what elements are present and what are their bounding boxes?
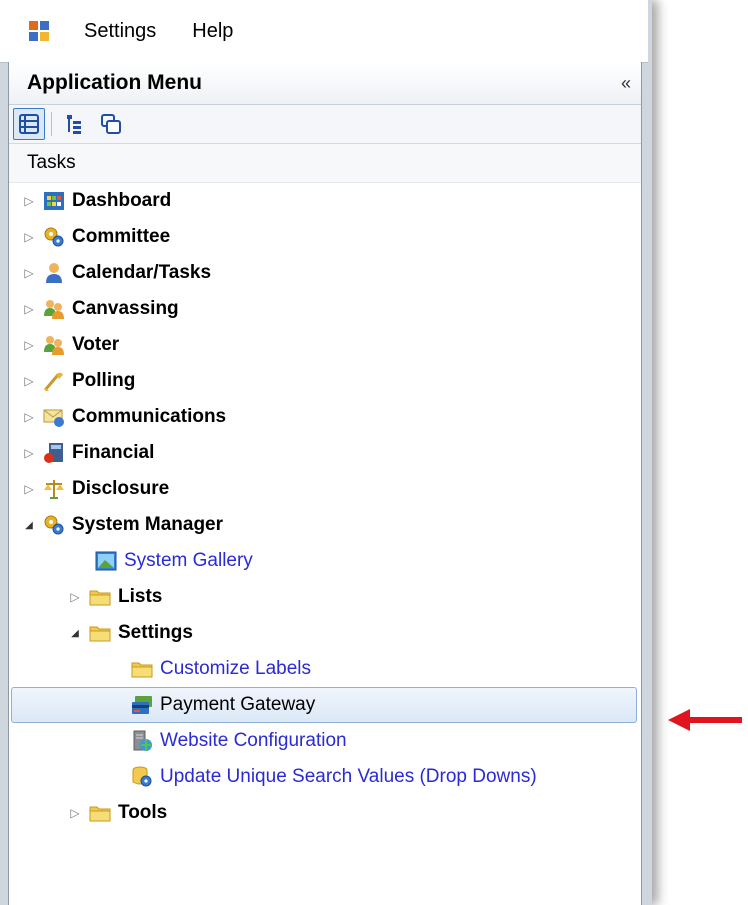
tree-item-calendar-tasks[interactable]: ▷ Calendar/Tasks: [9, 255, 641, 291]
collapse-arrow-icon[interactable]: ◢: [19, 520, 39, 531]
cascade-view-button[interactable]: [96, 109, 126, 139]
tree-item-label: Lists: [118, 586, 163, 607]
app-icon: [28, 20, 50, 42]
expand-arrow-icon[interactable]: ▷: [19, 230, 39, 244]
tree-item-label: Committee: [72, 226, 171, 247]
expand-arrow-icon[interactable]: ▷: [19, 338, 39, 352]
panel-title: Application Menu: [27, 71, 202, 94]
gears-icon: [43, 514, 65, 536]
tree-item-label: Communications: [72, 406, 227, 427]
expand-arrow-icon[interactable]: ▷: [65, 806, 85, 820]
folder-icon: [89, 802, 111, 824]
tree-view-button[interactable]: [60, 109, 90, 139]
tree-item-label: System Gallery: [124, 550, 253, 571]
tree-item-label: Disclosure: [72, 478, 170, 499]
tree-item-dashboard[interactable]: ▷ Dashboard: [9, 183, 641, 219]
folder-icon: [131, 658, 153, 680]
tree-item-label: System Manager: [72, 514, 224, 535]
tree-item-system-manager[interactable]: ◢ System Manager: [9, 507, 641, 543]
tree-item-label: Settings: [118, 622, 193, 643]
tree-item-customize-labels[interactable]: Customize Labels: [9, 651, 641, 687]
expand-arrow-icon[interactable]: ▷: [19, 374, 39, 388]
folder-icon: [89, 586, 111, 608]
tree-item-communications[interactable]: ▷ Communications: [9, 399, 641, 435]
tree-item-label: Update Unique Search Values (Drop Downs): [160, 766, 537, 787]
expand-arrow-icon[interactable]: ▷: [19, 194, 39, 208]
expand-arrow-icon[interactable]: ▷: [19, 266, 39, 280]
application-menu-panel: Application Menu « Tasks ▷ Dashboard ▷ C…: [8, 62, 642, 905]
tree-item-label: Dashboard: [72, 190, 172, 211]
tree-item-system-gallery[interactable]: System Gallery: [9, 543, 641, 579]
task-tree: ▷ Dashboard ▷ Committee ▷ Calendar/Tasks: [9, 183, 641, 831]
tree-item-committee[interactable]: ▷ Committee: [9, 219, 641, 255]
tree-item-label: Payment Gateway: [160, 694, 316, 715]
tree-item-disclosure[interactable]: ▷ Disclosure: [9, 471, 641, 507]
collapse-panel-button[interactable]: «: [611, 73, 641, 94]
tree-item-payment-gateway[interactable]: Payment Gateway: [11, 687, 637, 723]
database-gear-icon: [131, 766, 153, 788]
menu-help[interactable]: Help: [174, 20, 251, 43]
red-arrow-icon: [668, 709, 742, 731]
expand-arrow-icon[interactable]: ▷: [65, 590, 85, 604]
server-globe-icon: [131, 730, 153, 752]
mail-icon: [43, 406, 65, 428]
expand-arrow-icon[interactable]: ▷: [19, 410, 39, 424]
list-view-button[interactable]: [13, 108, 45, 140]
tree-item-canvassing[interactable]: ▷ Canvassing: [9, 291, 641, 327]
tree-item-label: Polling: [72, 370, 136, 391]
tree-item-label: Financial: [72, 442, 155, 463]
tree-item-voter[interactable]: ▷ Voter: [9, 327, 641, 363]
application-window: Settings Help Application Menu « Tasks ▷…: [0, 0, 652, 905]
payment-card-icon: [131, 694, 153, 716]
tree-item-label: Tools: [118, 802, 168, 823]
expand-arrow-icon[interactable]: ▷: [19, 482, 39, 496]
menu-settings[interactable]: Settings: [66, 20, 174, 43]
calculator-icon: [43, 442, 65, 464]
collapse-arrow-icon[interactable]: ◢: [65, 628, 85, 639]
tree-item-financial[interactable]: ▷ Financial: [9, 435, 641, 471]
cascade-windows-icon: [101, 114, 121, 134]
menu-bar: Settings Help: [0, 0, 648, 63]
tree-item-update-unique-search-values[interactable]: Update Unique Search Values (Drop Downs): [9, 759, 641, 795]
tree-item-label: Customize Labels: [160, 658, 312, 679]
tree-item-settings[interactable]: ◢ Settings: [9, 615, 641, 651]
tree-item-tools[interactable]: ▷ Tools: [9, 795, 641, 831]
view-toolbar: [9, 105, 641, 144]
expand-arrow-icon[interactable]: ▷: [19, 302, 39, 316]
tree-item-label: Canvassing: [72, 298, 179, 319]
tree-item-lists[interactable]: ▷ Lists: [9, 579, 641, 615]
panel-header: Application Menu «: [9, 62, 641, 105]
tasks-section-label: Tasks: [9, 144, 641, 183]
tree-item-label: Calendar/Tasks: [72, 262, 212, 283]
people-icon: [43, 334, 65, 356]
tree-item-label: Voter: [72, 334, 120, 355]
tree-item-website-configuration[interactable]: Website Configuration: [9, 723, 641, 759]
tree-item-polling[interactable]: ▷ Polling: [9, 363, 641, 399]
toolbar-separator: [51, 112, 52, 136]
dashboard-icon: [43, 190, 65, 212]
gears-icon: [43, 226, 65, 248]
tree-view-icon: [67, 115, 81, 134]
people-icon: [43, 298, 65, 320]
phone-icon: [43, 370, 65, 392]
scales-icon: [43, 478, 65, 500]
list-view-icon: [19, 114, 39, 134]
tree-item-label: Website Configuration: [160, 730, 347, 751]
expand-arrow-icon[interactable]: ▷: [19, 446, 39, 460]
folder-icon: [89, 622, 111, 644]
person-icon: [43, 262, 65, 284]
gallery-icon: [95, 550, 117, 572]
